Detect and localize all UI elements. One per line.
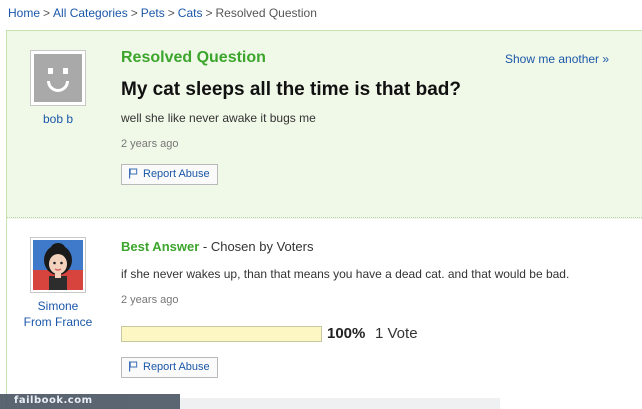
best-answer-header: Best Answer - Chosen by Voters bbox=[121, 239, 313, 254]
question-section: bob b Resolved Question Show me another … bbox=[7, 31, 642, 218]
breadcrumb-separator: > bbox=[167, 6, 175, 20]
best-answer-label: Best Answer bbox=[121, 239, 200, 254]
footer-fade bbox=[180, 398, 500, 409]
vote-count: 1 Vote bbox=[375, 325, 418, 342]
breadcrumb-cats[interactable]: Cats bbox=[178, 6, 203, 20]
section-divider bbox=[7, 217, 642, 218]
breadcrumb-separator: > bbox=[205, 6, 213, 20]
answerer-avatar[interactable] bbox=[30, 237, 86, 293]
breadcrumb: Home > All Categories > Pets > Cats > Resolved Q… bbox=[8, 6, 317, 20]
breadcrumb-current: Resolved Question bbox=[215, 6, 317, 20]
resolved-question-label: Resolved Question bbox=[121, 49, 266, 66]
breadcrumb-pets[interactable]: Pets bbox=[141, 6, 165, 20]
vote-percent: 100% bbox=[327, 325, 366, 342]
answerer-name[interactable]: Simone From France bbox=[13, 298, 103, 330]
vote-progress-fill bbox=[122, 327, 321, 341]
flag-icon bbox=[129, 168, 138, 179]
best-answer-section: Simone From France Best Answer - Chosen … bbox=[7, 219, 642, 409]
watermark-bar: failbook.com bbox=[0, 394, 180, 409]
question-panel: bob b Resolved Question Show me another … bbox=[6, 30, 642, 409]
report-abuse-label: Report Abuse bbox=[143, 168, 210, 180]
answerer-name-line2: From France bbox=[23, 315, 93, 329]
vote-progress-bar bbox=[121, 326, 322, 342]
answer-timestamp: 2 years ago bbox=[121, 294, 179, 306]
question-title: My cat sleeps all the time is that bad? bbox=[121, 79, 461, 100]
question-timestamp: 2 years ago bbox=[121, 138, 179, 150]
answerer-name-line1: Simone bbox=[37, 299, 79, 313]
default-smiley-avatar-icon bbox=[34, 54, 82, 102]
girl-avatar-icon bbox=[33, 240, 83, 290]
report-abuse-button[interactable]: Report Abuse bbox=[121, 357, 218, 378]
asker-avatar[interactable] bbox=[30, 50, 86, 106]
chosen-by-label: - Chosen by Voters bbox=[199, 239, 314, 254]
report-abuse-label: Report Abuse bbox=[143, 361, 210, 373]
asker-name[interactable]: bob b bbox=[27, 111, 89, 127]
breadcrumb-separator: > bbox=[130, 6, 138, 20]
flag-icon bbox=[129, 361, 138, 372]
breadcrumb-all-categories[interactable]: All Categories bbox=[53, 6, 128, 20]
watermark-text: failbook.com bbox=[14, 395, 93, 406]
breadcrumb-separator: > bbox=[43, 6, 51, 20]
breadcrumb-home[interactable]: Home bbox=[8, 6, 40, 20]
answer-body: if she never wakes up, than that means y… bbox=[121, 267, 570, 281]
report-abuse-button[interactable]: Report Abuse bbox=[121, 164, 218, 185]
question-body: well she like never awake it bugs me bbox=[121, 111, 316, 125]
show-another-link[interactable]: Show me another » bbox=[505, 52, 609, 66]
